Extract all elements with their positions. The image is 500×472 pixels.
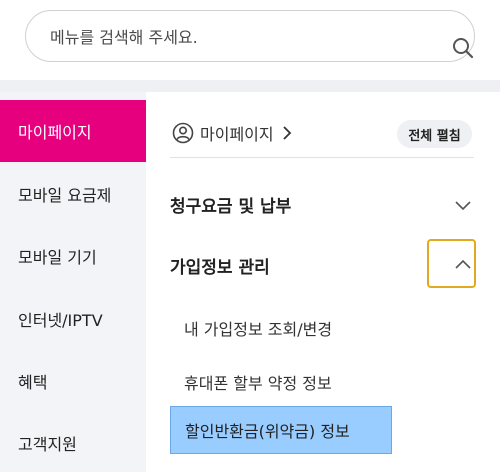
search-input[interactable] <box>50 25 410 49</box>
sidebar: 마이페이지 모바일 요금제 모바일 기기 인터넷/IPTV 혜택 고객지원 <box>0 92 146 472</box>
user-icon <box>172 122 194 144</box>
chevron-up-icon[interactable] <box>454 258 472 270</box>
breadcrumb[interactable]: 마이페이지 <box>172 120 292 146</box>
section-separator <box>0 80 500 92</box>
search-box[interactable] <box>25 10 475 62</box>
sidebar-item-mobile-device[interactable]: 모바일 기기 <box>0 225 146 287</box>
section-label: 가입정보 관리 <box>170 257 270 278</box>
main-panel: 마이페이지 전체 펼침 청구요금 및 납부 가입정보 관리 내 가입정보 조회/… <box>146 92 500 472</box>
sub-item-installment-contract[interactable]: 휴대폰 할부 약정 정보 <box>170 362 332 402</box>
sub-item-discount-refund[interactable]: 할인반환금(위약금) 정보 <box>170 406 392 454</box>
sidebar-item-mobile-plan[interactable]: 모바일 요금제 <box>0 163 146 225</box>
expand-all-button[interactable]: 전체 펼침 <box>397 120 472 148</box>
search-area <box>0 0 500 80</box>
sidebar-item-support[interactable]: 고객지원 <box>0 412 146 472</box>
breadcrumb-label: 마이페이지 <box>200 125 274 144</box>
chevron-right-icon <box>282 126 291 140</box>
sidebar-item-mypage[interactable]: 마이페이지 <box>0 100 146 162</box>
divider <box>170 157 474 158</box>
sub-item-subscription-view-change[interactable]: 내 가입정보 조회/변경 <box>170 308 332 348</box>
section-label: 청구요금 및 납부 <box>170 196 292 217</box>
sidebar-item-internet-iptv[interactable]: 인터넷/IPTV <box>0 288 146 350</box>
chevron-down-icon[interactable] <box>454 200 472 212</box>
sidebar-item-benefits[interactable]: 혜택 <box>0 350 146 412</box>
search-icon[interactable] <box>452 37 474 59</box>
section-billing-payment[interactable]: 청구요금 및 납부 <box>170 184 480 224</box>
